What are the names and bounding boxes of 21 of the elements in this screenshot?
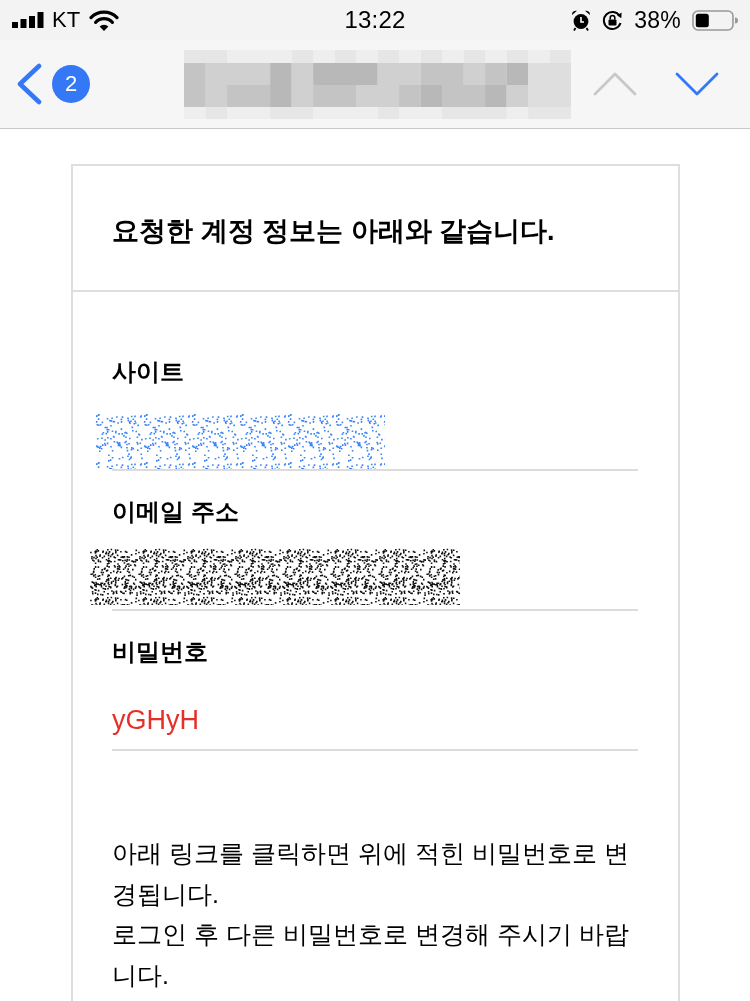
chevron-left-icon bbox=[16, 63, 42, 105]
battery-percent: 38% bbox=[634, 8, 681, 32]
chevron-up-icon bbox=[593, 71, 637, 97]
status-time: 13:22 bbox=[344, 8, 406, 32]
rotation-lock-icon bbox=[602, 9, 624, 31]
field-label: 이메일 주소 bbox=[112, 498, 239, 526]
message-heading: 요청한 계정 정보는 아래와 같습니다. bbox=[112, 215, 555, 248]
back-button[interactable]: 2 bbox=[16, 63, 90, 105]
down-button[interactable] bbox=[675, 71, 719, 97]
field-label: 비밀번호 bbox=[112, 638, 208, 666]
password-value: yGHyH bbox=[112, 704, 199, 736]
battery-icon bbox=[692, 9, 738, 31]
body-paragraph: 아래 링크를 클릭하면 위에 적힌 비밀번호로 변경됩니다. bbox=[112, 838, 630, 910]
field-label: 사이트 bbox=[112, 358, 184, 386]
alarm-clock-icon bbox=[571, 9, 592, 31]
chevron-down-icon bbox=[675, 71, 719, 97]
body-paragraph: 로그인 후 다른 비밀번호로 변경해 주시기 바랍니다. bbox=[112, 919, 630, 991]
carrier-name: KT bbox=[52, 9, 81, 31]
unread-count-badge: 2 bbox=[52, 65, 90, 103]
wifi-icon bbox=[88, 9, 119, 31]
signal-icon bbox=[12, 12, 44, 28]
